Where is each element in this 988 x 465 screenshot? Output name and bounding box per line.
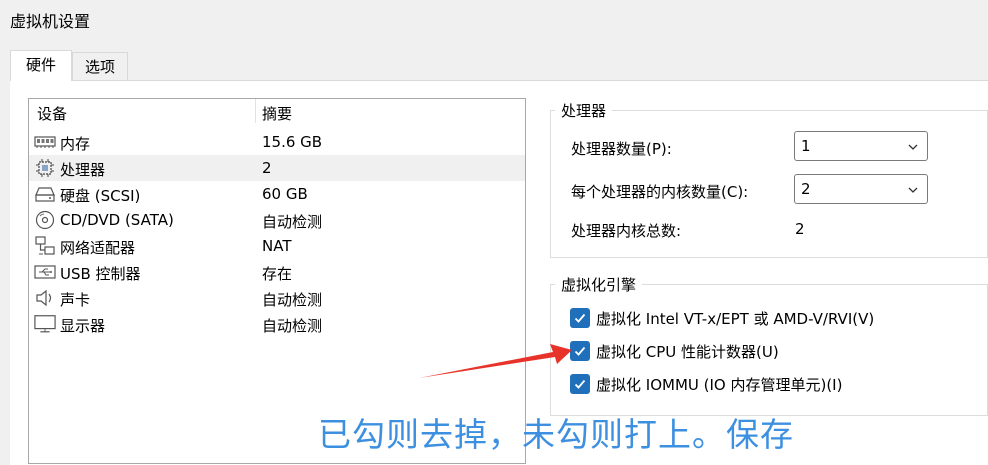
device-row-sound-card[interactable]: 声卡 自动检测 xyxy=(29,285,525,311)
annotation-arrow-icon xyxy=(419,344,572,378)
processor-count-label: 处理器数量(P): xyxy=(571,140,672,158)
annotation-note: 已勾则去掉，未勾则打上。保存 xyxy=(318,415,794,454)
checkmark-icon xyxy=(574,379,586,389)
virtualize-vtx-ept-label[interactable]: 虚拟化 Intel VT-x/EPT 或 AMD-V/RVI(V) xyxy=(596,308,874,329)
virtualize-iommu-label[interactable]: 虚拟化 IOMMU (IO 内存管理单元)(I) xyxy=(596,374,842,395)
device-name: 显示器 xyxy=(60,317,106,335)
device-summary: 存在 xyxy=(262,265,293,283)
device-row-usb-controller[interactable]: USB 控制器 存在 xyxy=(29,259,525,285)
checkmark-icon xyxy=(574,346,586,356)
tab-hardware[interactable]: 硬件 xyxy=(10,50,72,81)
chevron-down-icon xyxy=(907,139,919,157)
tab-strip xyxy=(0,40,988,80)
device-list-header: 设备 摘要 xyxy=(29,99,525,125)
cd-dvd-icon xyxy=(34,210,56,230)
virtualize-vtx-ept-checkbox[interactable] xyxy=(570,308,590,328)
window-title: 虚拟机设置 xyxy=(10,12,91,31)
window-title-bar: 虚拟机设置 xyxy=(0,0,988,40)
device-summary: 自动检测 xyxy=(262,317,323,335)
memory-icon xyxy=(34,133,56,151)
column-divider[interactable] xyxy=(255,99,256,123)
column-header-device[interactable]: 设备 xyxy=(37,103,67,124)
device-row-network-adapter[interactable]: 网络适配器 NAT xyxy=(29,233,525,259)
device-name: 处理器 xyxy=(60,161,106,179)
device-summary: 自动检测 xyxy=(262,291,323,309)
cpu-icon xyxy=(34,159,56,177)
device-row-display[interactable]: 显示器 自动检测 xyxy=(29,311,525,337)
cores-per-processor-select[interactable]: 2 xyxy=(794,174,928,204)
usb-icon xyxy=(34,263,56,281)
tab-options[interactable]: 选项 xyxy=(72,52,128,80)
device-name: 硬盘 (SCSI) xyxy=(60,187,141,205)
device-row-cd-dvd[interactable]: CD/DVD (SATA) 自动检测 xyxy=(29,207,525,233)
monitor-icon xyxy=(34,315,56,333)
device-summary: 2 xyxy=(262,159,272,177)
device-name: CD/DVD (SATA) xyxy=(60,211,174,229)
hard-disk-icon xyxy=(34,185,56,203)
column-header-summary[interactable]: 摘要 xyxy=(262,103,292,124)
processor-count-select[interactable]: 1 xyxy=(794,131,928,161)
device-row-memory[interactable]: 内存 15.6 GB xyxy=(29,129,525,155)
device-summary: NAT xyxy=(262,237,292,255)
network-adapter-icon xyxy=(34,236,56,255)
virtualize-cpu-perf-counters-label[interactable]: 虚拟化 CPU 性能计数器(U) xyxy=(596,341,779,362)
device-name: 内存 xyxy=(60,135,91,153)
cores-per-processor-label: 每个处理器的内核数量(C): xyxy=(571,183,749,201)
chevron-down-icon xyxy=(907,182,919,200)
total-cores-label: 处理器内核总数: xyxy=(571,222,682,240)
device-row-processor[interactable]: 处理器 2 xyxy=(29,155,525,181)
device-summary: 15.6 GB xyxy=(262,133,323,151)
processors-legend: 处理器 xyxy=(555,100,613,121)
device-name: USB 控制器 xyxy=(60,265,141,283)
total-cores-value: 2 xyxy=(795,220,805,238)
device-row-hard-disk[interactable]: 硬盘 (SCSI) 60 GB xyxy=(29,181,525,207)
device-summary: 60 GB xyxy=(262,185,308,203)
device-name: 网络适配器 xyxy=(60,239,136,257)
checkmark-icon xyxy=(574,313,586,323)
virtualization-engine-legend: 虚拟化引擎 xyxy=(555,274,643,295)
cores-per-processor-value: 2 xyxy=(801,180,811,198)
device-summary: 自动检测 xyxy=(262,213,323,231)
device-name: 声卡 xyxy=(60,291,91,309)
speaker-icon xyxy=(34,289,56,307)
processor-count-value: 1 xyxy=(801,137,811,155)
